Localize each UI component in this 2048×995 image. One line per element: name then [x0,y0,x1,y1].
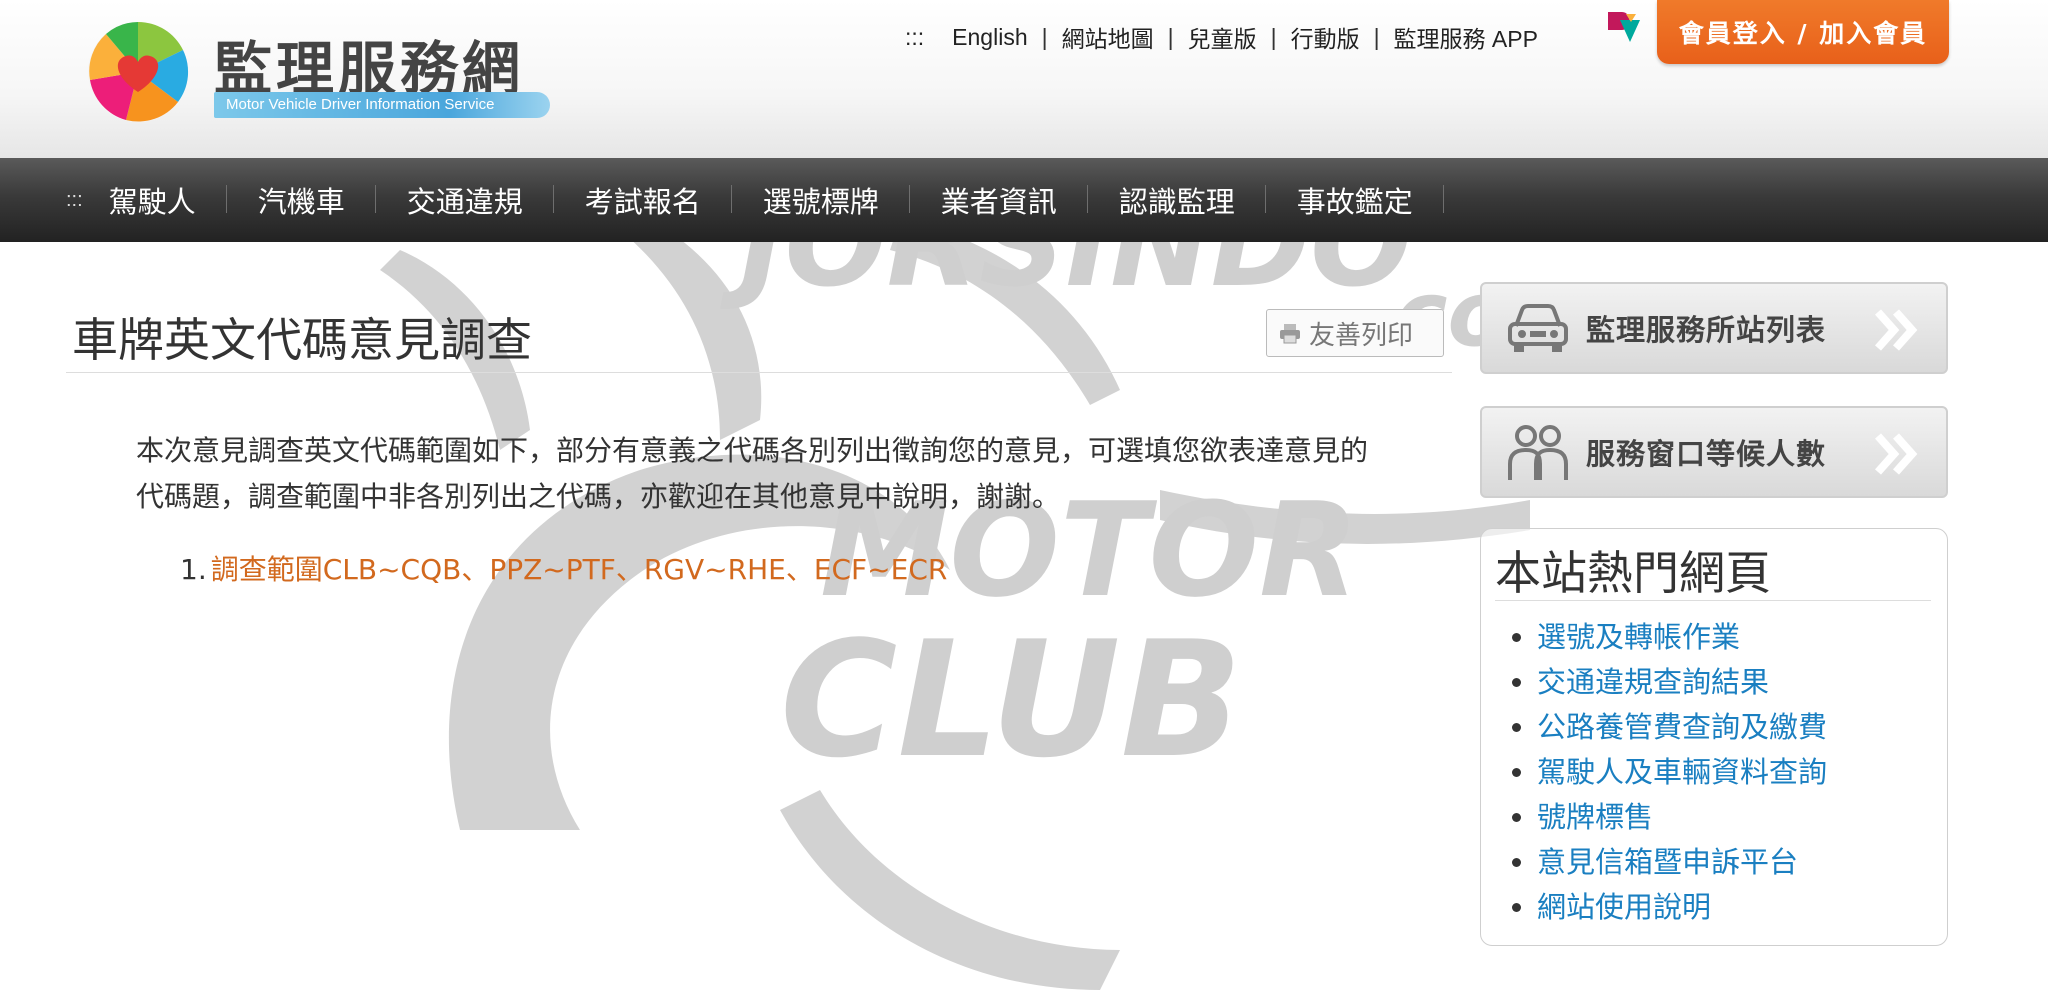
accesskey-nav[interactable]: ::: [66,189,83,212]
list-item: 交通違規查詢結果 [1537,660,1827,705]
popular-link-feedback[interactable]: 意見信箱暨申訴平台 [1537,845,1798,879]
popular-link-road-fee[interactable]: 公路養管費查詢及繳費 [1537,710,1827,744]
separator: | [1270,23,1277,50]
accesskey-top[interactable]: ::: [905,24,924,51]
link-mobile[interactable]: 行動版 [1291,20,1360,54]
printer-icon [1280,324,1300,344]
people-icon [1508,425,1568,480]
link-english[interactable]: English [952,24,1027,51]
nav-item-exam[interactable]: 考試報名 [554,179,732,221]
double-chevron-right-icon [1875,309,1918,351]
survey-list: 1. 調查範圍CLB~CQB、PPZ~PTF、RGV~RHE、ECF~ECR [180,548,947,588]
list-number: 1. [180,553,207,586]
survey-range-link[interactable]: 調查範圍CLB~CQB、PPZ~PTF、RGV~RHE、ECF~ECR [211,553,948,586]
popular-link-plate-selection[interactable]: 選號及轉帳作業 [1537,620,1740,654]
popular-pages-panel: 本站熱門網頁 選號及轉帳作業 交通違規查詢結果 公路養管費查詢及繳費 駕駛人及車… [1480,528,1948,946]
stations-list-button[interactable]: 監理服務所站列表 [1480,282,1948,374]
popular-pages-list: 選號及轉帳作業 交通違規查詢結果 公路養管費查詢及繳費 駕駛人及車輛資料查詢 號… [1537,615,1827,930]
watermark-text-4: CLUB [780,606,1243,793]
nav-item-accident[interactable]: 事故鑑定 [1266,179,1444,221]
list-item: 1. 調查範圍CLB~CQB、PPZ~PTF、RGV~RHE、ECF~ECR [180,548,947,588]
list-item: 駕駛人及車輛資料查詢 [1537,750,1827,795]
nav-item-business[interactable]: 業者資訊 [910,179,1088,221]
popular-link-plate-auction[interactable]: 號牌標售 [1537,800,1653,834]
link-sitemap[interactable]: 網站地圖 [1062,20,1154,54]
stations-list-label: 監理服務所站列表 [1586,313,1827,347]
logo-emblem-icon [88,21,189,122]
list-item: 號牌標售 [1537,795,1827,840]
site-logo[interactable]: 監理服務網 Motor Vehicle Driver Information S… [86,20,556,130]
separator: | [1373,23,1380,50]
link-app[interactable]: 監理服務 APP [1394,20,1538,54]
site-subtitle: Motor Vehicle Driver Information Service [214,92,550,118]
nav-item-about[interactable]: 認識監理 [1088,179,1266,221]
car-icon [1508,304,1568,352]
queue-status-label: 服務窗口等候人數 [1586,437,1827,471]
nav-item-violation[interactable]: 交通違規 [376,179,554,221]
panel-divider [1495,600,1931,601]
list-item: 公路養管費查詢及繳費 [1537,705,1827,750]
separator: | [1167,23,1174,50]
link-kids[interactable]: 兒童版 [1188,20,1257,54]
queue-status-button[interactable]: 服務窗口等候人數 [1480,406,1948,498]
nav-item-vehicle[interactable]: 汽機車 [227,179,376,221]
page-title: 車牌英文代碼意見調查 [72,313,532,367]
print-button[interactable]: 友善列印 [1266,309,1444,357]
list-item: 網站使用說明 [1537,885,1827,930]
nav-item-driver[interactable]: 駕駛人 [109,179,227,221]
print-label: 友善列印 [1309,320,1414,351]
login-button[interactable]: 會員登入 / 加入會員 [1657,0,1949,64]
top-links: ::: English | 網站地圖 | 兒童版 | 行動版 | 監理服務 AP… [905,20,1538,54]
nav-item-plate[interactable]: 選號標牌 [732,179,910,221]
popular-link-driver-vehicle-query[interactable]: 駕駛人及車輛資料查詢 [1537,755,1827,789]
site-header: 監理服務網 Motor Vehicle Driver Information S… [0,0,2048,158]
double-chevron-right-icon [1875,433,1918,475]
popular-link-site-guide[interactable]: 網站使用說明 [1537,890,1711,924]
main-nav: ::: 駕駛人 汽機車 交通違規 考試報名 選號標牌 業者資訊 認識監理 事故鑑… [0,158,2048,242]
popular-pages-title: 本站熱門網頁 [1495,546,1771,600]
list-item: 選號及轉帳作業 [1537,615,1827,660]
popular-link-violation-results[interactable]: 交通違規查詢結果 [1537,665,1769,699]
intro-text: 本次意見調查英文代碼範圍如下，部分有意義之代碼各別列出徵詢您的意見，可選填您欲表… [136,434,1369,513]
separator: | [1041,23,1048,50]
list-item: 意見信箱暨申訴平台 [1537,840,1827,885]
title-divider [66,372,1452,373]
accessibility-mark-icon[interactable] [1606,10,1642,44]
